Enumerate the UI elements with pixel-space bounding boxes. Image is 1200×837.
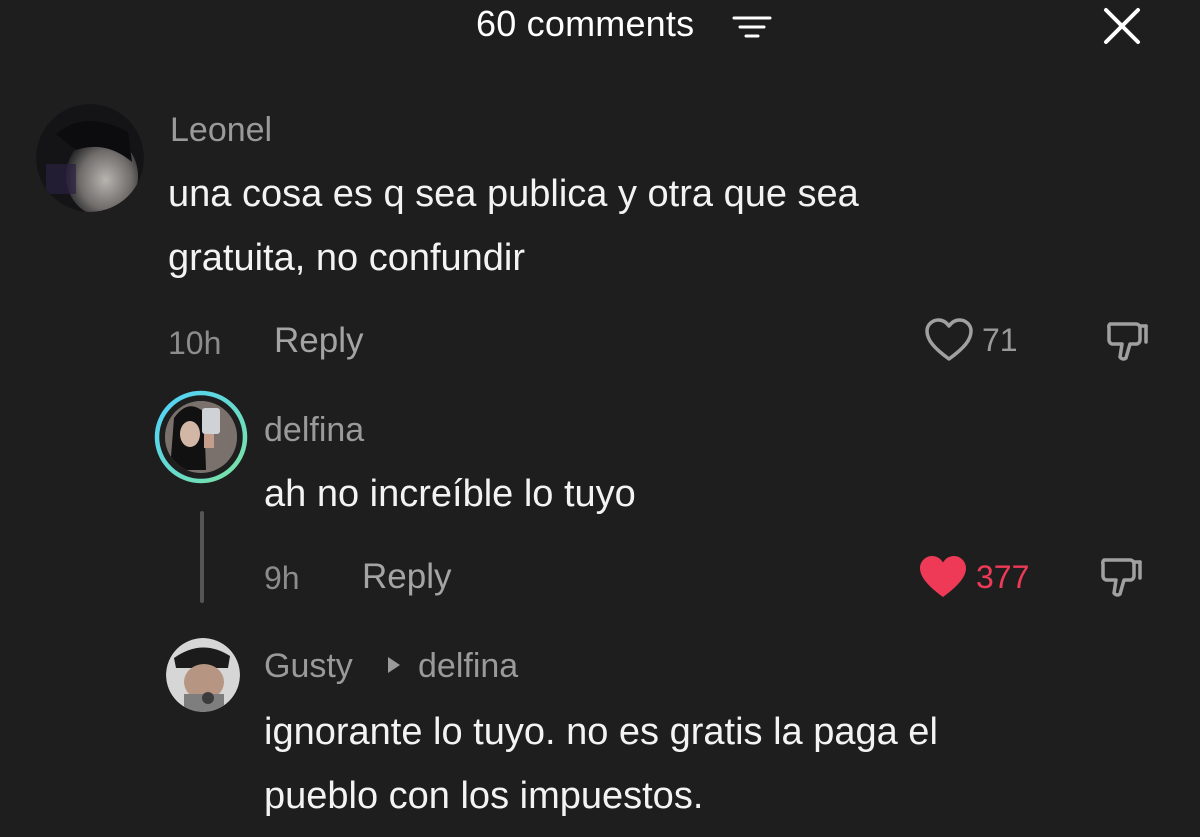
heart-outline-icon xyxy=(925,318,973,361)
reply-to-username[interactable]: delfina xyxy=(418,646,518,686)
thread-line xyxy=(200,511,204,603)
filter-lines-icon[interactable] xyxy=(732,12,772,42)
reply-button[interactable]: Reply xyxy=(274,321,363,361)
like-button[interactable]: 71 xyxy=(924,317,1018,363)
reply-to-arrow-icon xyxy=(388,657,400,673)
dislike-icon[interactable] xyxy=(1098,554,1144,600)
comment-timestamp: 9h xyxy=(264,560,300,596)
like-button[interactable]: 377 xyxy=(918,554,1029,600)
avatar-delfina[interactable] xyxy=(154,390,248,484)
reply-button[interactable]: Reply xyxy=(362,557,451,597)
dislike-icon[interactable] xyxy=(1104,318,1150,364)
avatar-leonel[interactable] xyxy=(36,104,144,212)
like-count: 377 xyxy=(976,559,1030,595)
comment-username[interactable]: delfina xyxy=(264,410,364,450)
like-count: 71 xyxy=(982,322,1018,358)
comment-username[interactable]: Gusty xyxy=(264,646,353,686)
avatar-gusty[interactable] xyxy=(166,638,240,712)
comments-header: 60 comments xyxy=(0,0,1200,50)
heart-filled-icon xyxy=(920,556,966,597)
close-x-icon[interactable] xyxy=(1100,4,1144,48)
comment-text: una cosa es q sea publica y otra que sea… xyxy=(168,173,859,279)
comment-username[interactable]: Leonel xyxy=(170,110,272,150)
comment-text: ignorante lo tuyo. no es gratis la paga … xyxy=(264,711,938,817)
comment-timestamp: 10h xyxy=(168,325,222,361)
comment-text: ah no increíble lo tuyo xyxy=(264,473,636,515)
comments-count-title: 60 comments xyxy=(476,3,695,44)
